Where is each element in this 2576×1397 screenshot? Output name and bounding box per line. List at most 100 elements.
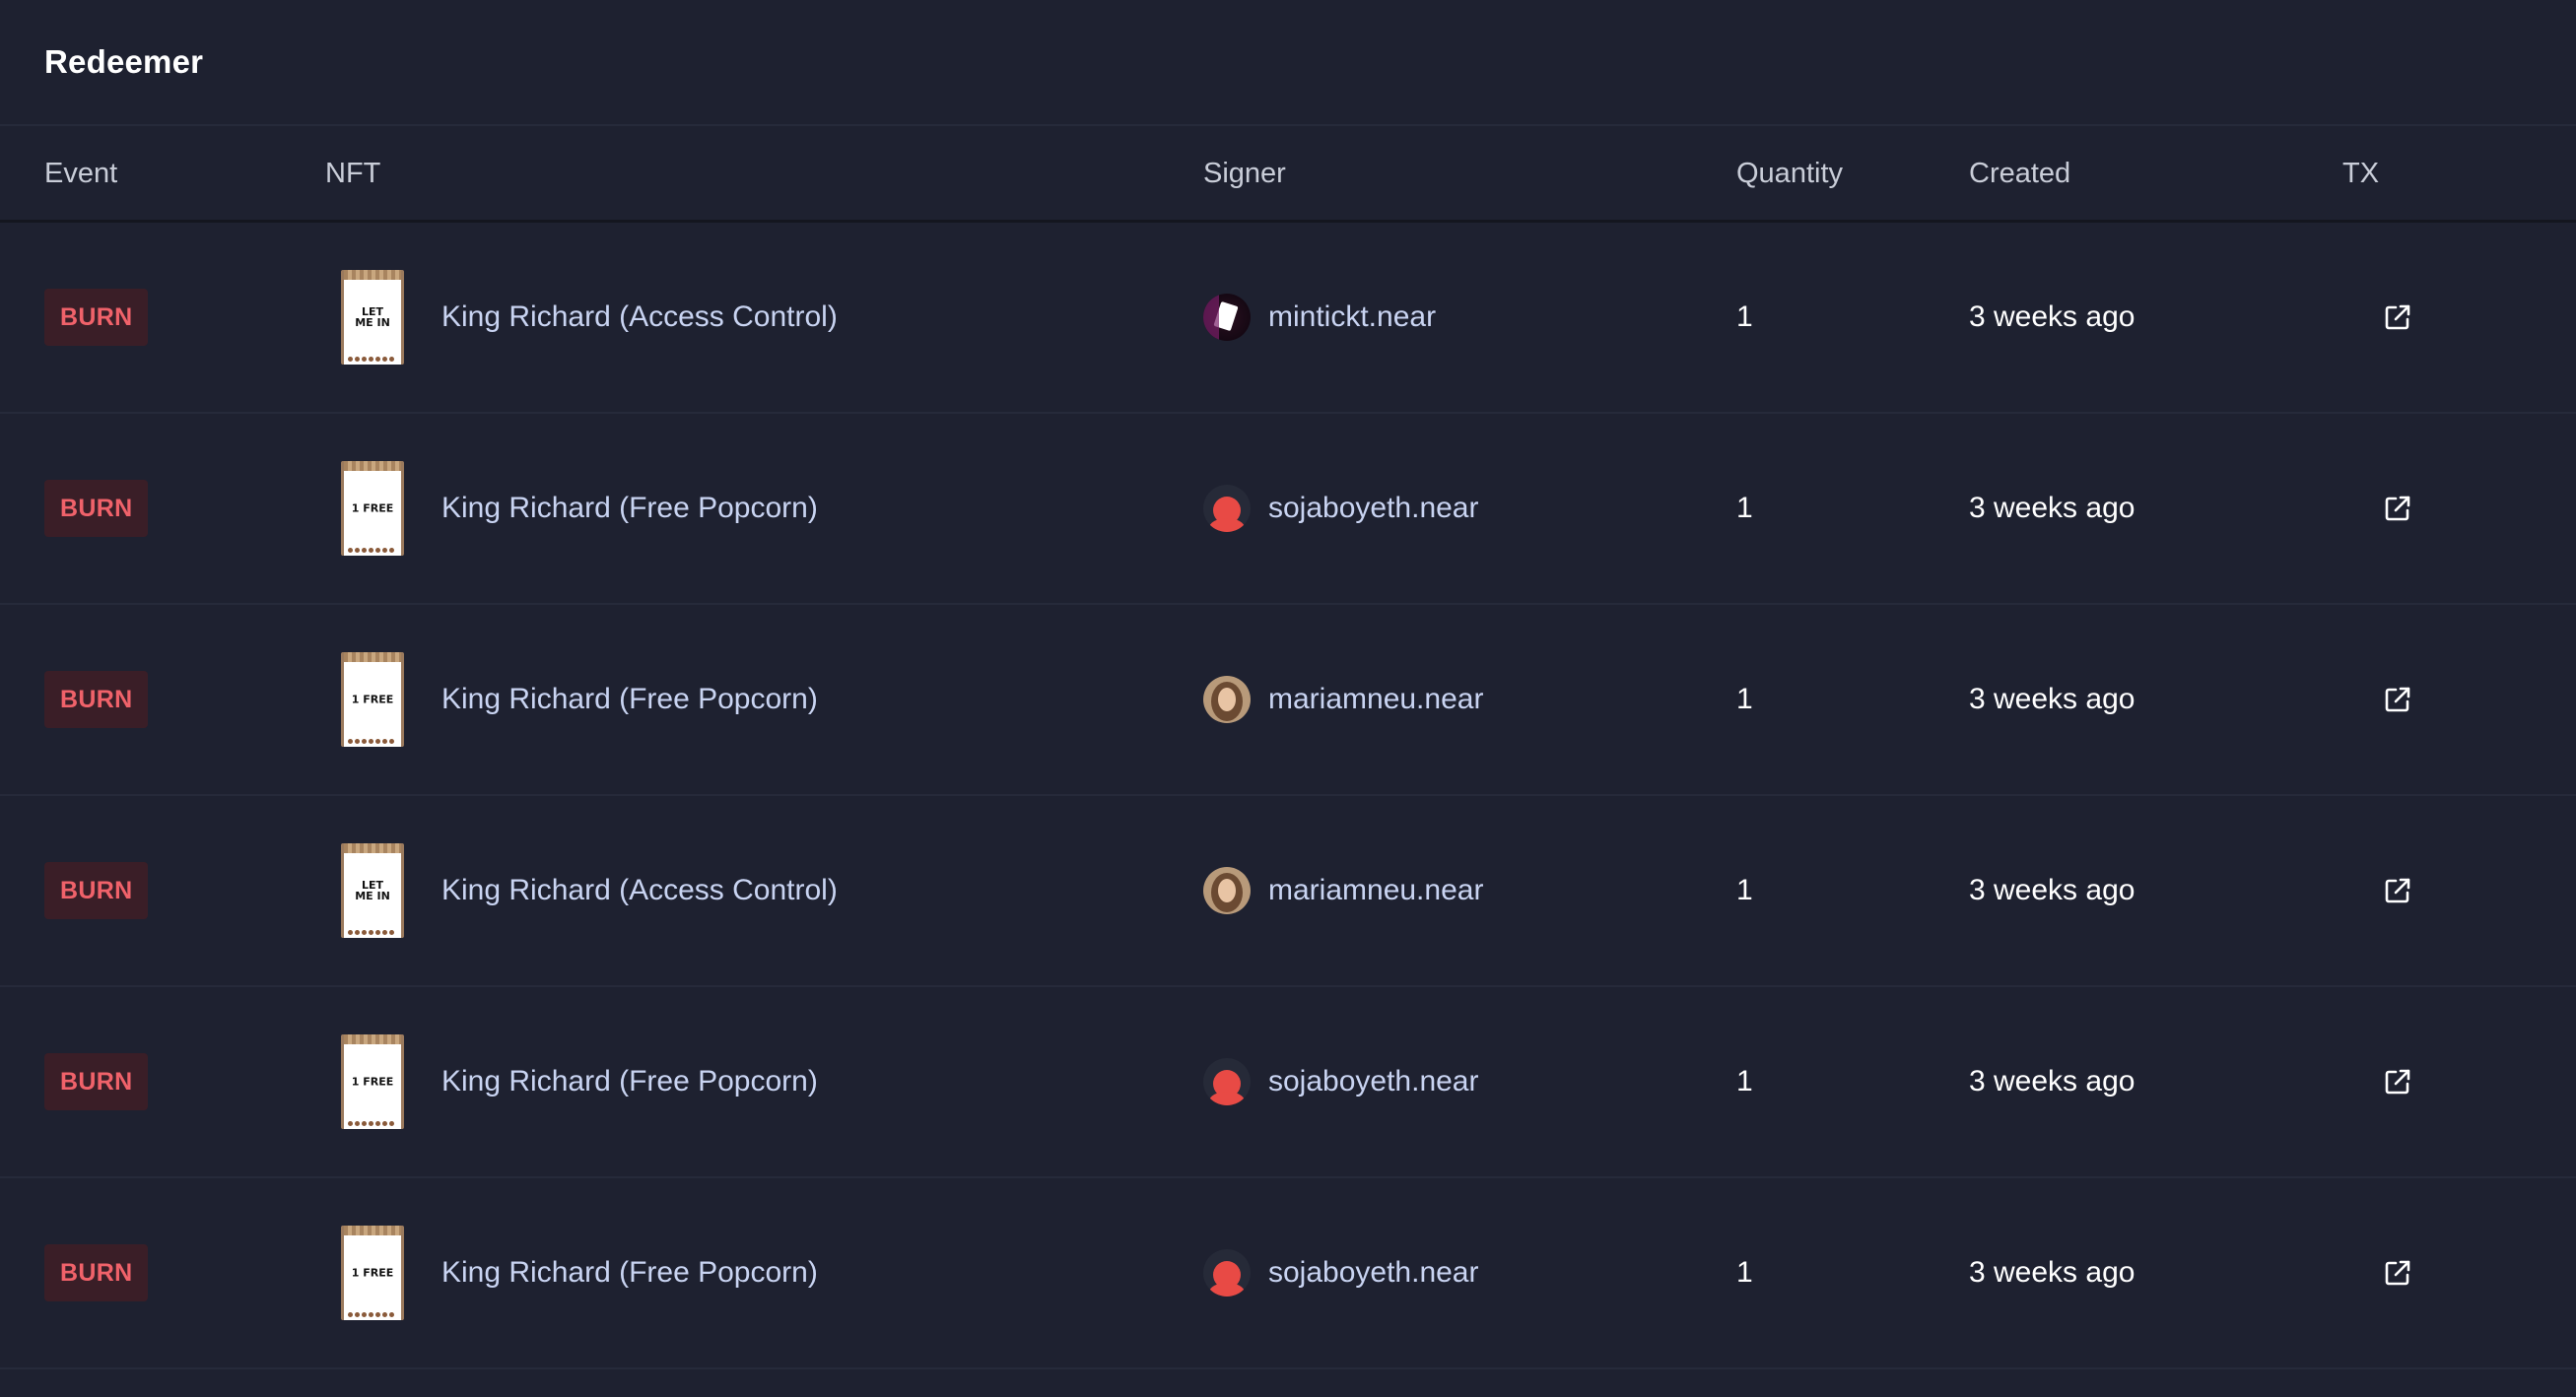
redeemer-page: Redeemer Event NFT Signer Quantity Creat… — [0, 0, 2576, 1397]
signer-cell[interactable]: mintickt.near — [1203, 223, 1436, 412]
thumbnail-top-band — [344, 1034, 401, 1044]
column-header-tx: TX — [2342, 158, 2380, 189]
nft-cell[interactable]: 1 FREE King Richard (Free Popcorn) — [341, 987, 818, 1176]
table-row[interactable]: BURN LET ME IN King Richard (Access Cont… — [0, 796, 2576, 987]
thumbnail-bottom-band — [344, 1117, 401, 1129]
signer-link[interactable]: mariamneu.near — [1268, 874, 1483, 907]
event-badge: BURN — [44, 480, 149, 537]
title-bar: Redeemer — [0, 0, 2576, 126]
column-header-signer: Signer — [1203, 158, 1286, 189]
avatar — [1203, 676, 1251, 723]
event-badge: BURN — [44, 1053, 149, 1110]
signer-cell[interactable]: sojaboyeth.near — [1203, 987, 1479, 1176]
table-row[interactable]: BURN 1 FREE King Richard (Free Popcorn) … — [0, 605, 2576, 796]
thumbnail-top-band — [344, 1226, 401, 1235]
signer-cell[interactable]: sojaboyeth.near — [1203, 1178, 1479, 1367]
external-link-icon[interactable] — [2383, 1258, 2412, 1288]
nft-thumbnail[interactable]: 1 FREE — [341, 652, 404, 747]
signer-link[interactable]: sojaboyeth.near — [1268, 1065, 1479, 1098]
external-link-icon[interactable] — [2383, 1067, 2412, 1097]
event-badge: BURN — [44, 862, 149, 919]
quantity-value: 1 — [1736, 300, 1753, 333]
thumbnail-text: 1 FREE — [344, 503, 401, 514]
quantity-value: 1 — [1736, 492, 1753, 524]
quantity-value: 1 — [1736, 874, 1753, 906]
signer-cell[interactable]: mariamneu.near — [1203, 605, 1483, 794]
external-link-icon[interactable] — [2383, 685, 2412, 714]
thumbnail-bottom-band — [344, 735, 401, 747]
nft-thumbnail[interactable]: LET ME IN — [341, 270, 404, 365]
nft-name-link[interactable]: King Richard (Free Popcorn) — [441, 683, 818, 716]
signer-cell[interactable]: sojaboyeth.near — [1203, 414, 1479, 603]
avatar — [1203, 1058, 1251, 1105]
created-value: 3 weeks ago — [1969, 1065, 2135, 1098]
nft-thumbnail[interactable]: 1 FREE — [341, 461, 404, 556]
table-header: Event NFT Signer Quantity Created TX — [0, 126, 2576, 223]
thumbnail-top-band — [344, 270, 401, 280]
created-value: 3 weeks ago — [1969, 300, 2135, 333]
table-row[interactable]: BURN 1 FREE King Richard (Free Popcorn) … — [0, 414, 2576, 605]
quantity-value: 1 — [1736, 1065, 1753, 1098]
nft-thumbnail[interactable]: LET ME IN — [341, 843, 404, 938]
avatar — [1203, 867, 1251, 914]
table-row[interactable]: BURN 1 FREE King Richard (Free Popcorn) … — [0, 1178, 2576, 1369]
created-value: 3 weeks ago — [1969, 492, 2135, 524]
thumbnail-text: 1 FREE — [344, 1077, 401, 1088]
thumbnail-bottom-band — [344, 353, 401, 365]
thumbnail-top-band — [344, 652, 401, 662]
column-header-nft: NFT — [325, 158, 381, 189]
nft-cell[interactable]: 1 FREE King Richard (Free Popcorn) — [341, 605, 818, 794]
signer-link[interactable]: mintickt.near — [1268, 300, 1436, 334]
avatar — [1203, 1249, 1251, 1297]
signer-link[interactable]: sojaboyeth.near — [1268, 492, 1479, 525]
nft-name-link[interactable]: King Richard (Free Popcorn) — [441, 1256, 818, 1290]
nft-name-link[interactable]: King Richard (Access Control) — [441, 300, 838, 334]
created-value: 3 weeks ago — [1969, 874, 2135, 906]
nft-thumbnail[interactable]: 1 FREE — [341, 1226, 404, 1320]
nft-cell[interactable]: LET ME IN King Richard (Access Control) — [341, 796, 838, 985]
thumbnail-top-band — [344, 843, 401, 853]
column-header-quantity: Quantity — [1736, 158, 1843, 189]
external-link-icon[interactable] — [2383, 876, 2412, 905]
nft-name-link[interactable]: King Richard (Free Popcorn) — [441, 492, 818, 525]
nft-cell[interactable]: 1 FREE King Richard (Free Popcorn) — [341, 414, 818, 603]
created-value: 3 weeks ago — [1969, 683, 2135, 715]
signer-cell[interactable]: mariamneu.near — [1203, 796, 1483, 985]
signer-link[interactable]: mariamneu.near — [1268, 683, 1483, 716]
table-body: BURN LET ME IN King Richard (Access Cont… — [0, 223, 2576, 1369]
thumbnail-text-line: 1 FREE — [351, 1266, 394, 1280]
nft-thumbnail[interactable]: 1 FREE — [341, 1034, 404, 1129]
thumbnail-bottom-band — [344, 926, 401, 938]
nft-name-link[interactable]: King Richard (Free Popcorn) — [441, 1065, 818, 1098]
avatar — [1203, 485, 1251, 532]
external-link-icon[interactable] — [2383, 494, 2412, 523]
event-badge: BURN — [44, 289, 149, 346]
nft-cell[interactable]: 1 FREE King Richard (Free Popcorn) — [341, 1178, 818, 1367]
table-row[interactable]: BURN LET ME IN King Richard (Access Cont… — [0, 223, 2576, 414]
signer-link[interactable]: sojaboyeth.near — [1268, 1256, 1479, 1290]
thumbnail-bottom-band — [344, 544, 401, 556]
nft-cell[interactable]: LET ME IN King Richard (Access Control) — [341, 223, 838, 412]
column-header-event: Event — [44, 158, 118, 189]
column-header-created: Created — [1969, 158, 2071, 189]
thumbnail-text: 1 FREE — [344, 695, 401, 705]
page-title: Redeemer — [44, 43, 204, 80]
avatar — [1203, 294, 1251, 341]
thumbnail-text: 1 FREE — [344, 1268, 401, 1279]
thumbnail-text-line: 1 FREE — [351, 501, 394, 515]
quantity-value: 1 — [1736, 1256, 1753, 1289]
quantity-value: 1 — [1736, 683, 1753, 715]
table-row[interactable]: BURN 1 FREE King Richard (Free Popcorn) … — [0, 987, 2576, 1178]
thumbnail-text: LET ME IN — [344, 306, 401, 328]
event-badge: BURN — [44, 671, 149, 728]
thumbnail-text-line: 1 FREE — [351, 1075, 394, 1089]
thumbnail-text-line: ME IN — [355, 890, 390, 902]
thumbnail-top-band — [344, 461, 401, 471]
external-link-icon[interactable] — [2383, 302, 2412, 332]
nft-name-link[interactable]: King Richard (Access Control) — [441, 874, 838, 907]
event-badge: BURN — [44, 1244, 149, 1301]
created-value: 3 weeks ago — [1969, 1256, 2135, 1289]
thumbnail-text-line: 1 FREE — [351, 693, 394, 706]
thumbnail-text-line: ME IN — [355, 316, 390, 329]
thumbnail-bottom-band — [344, 1308, 401, 1320]
